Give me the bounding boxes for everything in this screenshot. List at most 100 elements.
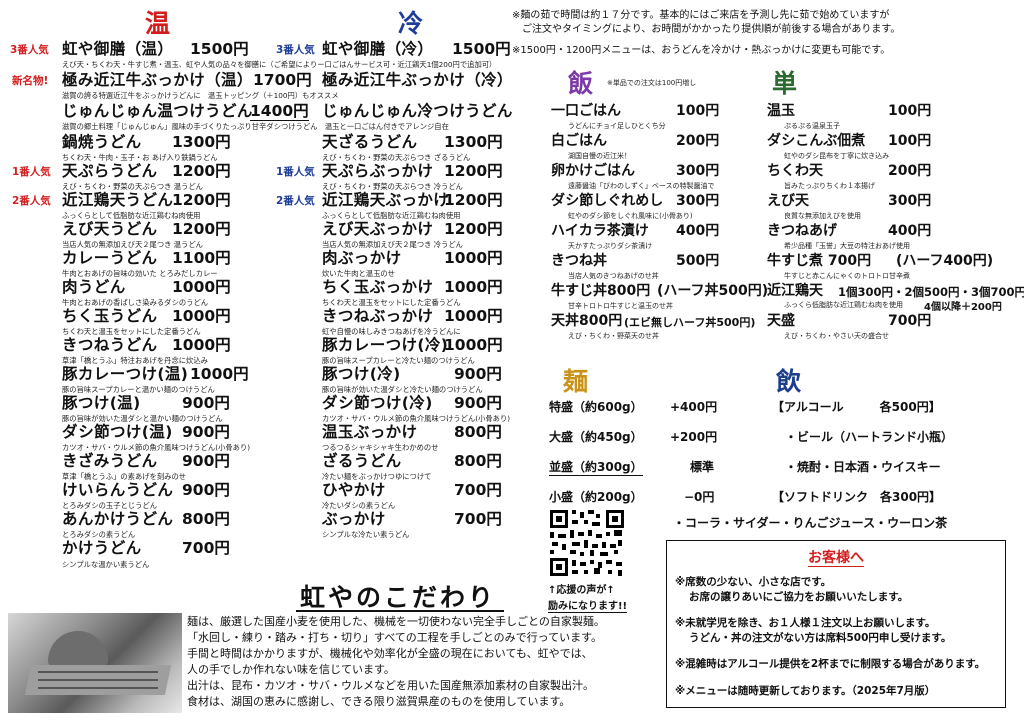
single-item-price: 100円 — [888, 133, 932, 149]
rice-header: 飯 — [568, 69, 594, 98]
hot-header: 温 — [145, 9, 171, 38]
hot-badge-rank2: 2番人気 — [12, 195, 51, 207]
hot-item-price: 1100円 — [172, 249, 231, 267]
cold-badge-rank3: 3番人気 — [276, 44, 315, 56]
hot-item-desc: 滋賀の郷土料理「じゅんじゅん」風味の手づくりたっぷり甘辛ダシつけうどん 温玉と一… — [62, 122, 449, 131]
single-item-price: 100円 — [888, 103, 932, 119]
hot-item-desc: 牛肉とおあげの香ばしさ染みるダシのうどん — [62, 298, 209, 307]
rice-item-price: 500円 — [676, 253, 720, 269]
hot-item-name: けいらんうどん — [62, 481, 174, 499]
kodawari-line-1: 麺は、厳選した国産小麦を使用した、機械を一切使わない完全手しごとの自家製麺。 — [187, 615, 605, 628]
hot-item-desc: シンプルな温かい素うどん — [62, 560, 150, 569]
cold-item-name: ちく玉ぶっかけ — [322, 278, 434, 296]
noodle-making-photo — [8, 613, 182, 713]
single-item-desc: 希少品種「玉誉」大豆の特注おあげ使用 — [784, 242, 910, 250]
hot-item-name: きつねうどん — [62, 336, 158, 354]
single-extra: 4個以降＋200円 — [924, 302, 1002, 313]
cold-item-name: 虹や御膳（冷） — [322, 40, 434, 58]
rice-note: ※単品での注文は100円増し — [607, 79, 697, 87]
kodawari-title-underline — [296, 610, 504, 612]
kodawari-line-6: 食材は、湖国の恵みに感謝し、できる限り滋賀県産のものを使用しています。 — [187, 695, 571, 708]
hot-badge-new: 新名物! — [12, 75, 49, 87]
kodawari-line-3: 手間と時間はかかりますが、機械化や効率化が全盛の現在においても、虹やでは、 — [187, 647, 593, 660]
hot-item-name: あんかけうどん — [62, 510, 174, 528]
customer-notice-line-6: ※メニューは随時更新しております。（2025年7月版） — [675, 685, 936, 697]
cold-item-price: 1500円 — [452, 40, 511, 58]
single-item-desc: 牛すじと赤こんにゃくのトロトロ甘辛煮 — [784, 272, 910, 280]
rice-item-price: 400円 — [676, 223, 720, 239]
hot-item-price: 1200円 — [172, 220, 231, 238]
hot-item-price: 1700円 — [253, 71, 312, 89]
hot-item-name: 鍋焼うどん — [62, 133, 142, 151]
hot-item-desc: えび天・ちくわ天・牛すじ煮・温玉、虹や人気の品々を御膳に（ご希望によりー口ごはん… — [62, 60, 497, 69]
cold-item-desc: ちくわ天と温玉をセットにした定番うどん — [322, 298, 461, 307]
cold-item-price: 700円 — [454, 481, 502, 499]
single-item-price: 700円 — [888, 313, 932, 329]
rice-item-price: 100円 — [676, 103, 720, 119]
single-item-name: 近江鶏天 — [767, 283, 823, 299]
cold-item-desc: 虹や自慢の味しみきつねあげを冷うどんに — [322, 327, 461, 336]
kodawari-line-5: 出汁は、昆布・カツオ・サバ・ウルメなどを用いた国産無添加素材の自家製出汁。 — [187, 679, 594, 692]
noodle-size-label: 特盛（約600g） — [549, 400, 643, 414]
hot-item-name: 豚つけ(温) — [62, 394, 141, 412]
single-item-desc: ぷるぷる温泉玉子 — [784, 122, 840, 130]
cold-item-desc: 当店人気の無添加えび天２尾つき 冷うどん — [322, 240, 463, 249]
hot-item-name: 近江鶏天うどん — [62, 191, 174, 209]
hot-item-price: 1000円 — [190, 365, 249, 383]
single-item-price: 200円 — [888, 163, 932, 179]
cold-header: 冷 — [398, 9, 424, 38]
rice-item-name: きつね丼 — [551, 253, 607, 269]
rice-item-name: 牛すじ丼800円 — [551, 283, 651, 299]
cold-item-price: 1300円 — [444, 133, 503, 151]
cold-item-name: ざるうどん — [322, 452, 402, 470]
rice-item-desc: 甘辛トロトロ牛すじと温玉のせ丼 — [568, 302, 673, 310]
kodawari-line-2: 「水回し・練り・踏み・打ち・切り」すべての工程を手しごとのみで行っています。 — [187, 631, 603, 644]
cold-badge-rank1: 1番人気 — [276, 166, 315, 178]
hot-item-desc: ちくわ天・牛肉・玉子・お あげ入り鉄鍋うどん — [62, 153, 218, 162]
cold-item-price: 1000円 — [444, 336, 503, 354]
cold-item-name: じゅんじゅん冷つけうどん — [322, 102, 513, 120]
noodle-size-label: 大盛（約450g） — [549, 430, 643, 444]
customer-notice-title-text: お客様へ — [808, 550, 864, 567]
hot-item-price: 900円 — [182, 481, 230, 499]
cold-item-desc: シンプルな冷たい素うどん — [322, 530, 410, 539]
hot-item-price: 800円 — [182, 510, 230, 528]
cold-item-desc: 冷たいダシの素うどん — [322, 501, 396, 510]
cold-item-desc: 豚の旨味が効いた温ダシと冷たい麺のつけうどん — [322, 385, 483, 394]
rice-item-name: ハイカラ茶漬け — [551, 223, 649, 239]
cold-item-price: 1200円 — [444, 220, 503, 238]
noodle-size-price: +200円 — [670, 430, 718, 444]
hot-item-price: 1200円 — [172, 162, 231, 180]
hot-item-desc: えび・ちくわ・野菜の天ぷらつき 温うどん — [62, 182, 203, 191]
noodle-size-label: 並盛（約300g） — [549, 460, 643, 476]
noodle-size-price: 標準 — [690, 460, 715, 474]
hot-item-name: カレーうどん — [62, 249, 158, 267]
cold-item-desc: つるつるシャキシャキ生わかめのせ — [322, 443, 439, 452]
cold-item-desc: 炊いた牛肉と温玉のせ — [322, 269, 395, 278]
cold-item-price: 1000円 — [444, 278, 503, 296]
single-item-price: (ハーフ400円) — [896, 253, 994, 269]
note-line-1: ※麺の茹で時間は約１７分です。基本的にはご来店を予測し先に茹で始めていますが — [512, 10, 890, 21]
hot-item-desc: 豚の旨味が効いた温ダシと温かい麺のつけうどん — [62, 414, 223, 423]
drink-spirits: ・焼酎・日本酒・ウイスキー — [785, 460, 941, 474]
single-item-name: えび天 — [767, 193, 809, 209]
single-item-name: 牛すじ煮 700円 — [767, 253, 872, 269]
single-item-price: 400円 — [888, 223, 932, 239]
cold-badge-rank2: 2番人気 — [276, 195, 315, 207]
note-line-3: ※1500円・1200円メニューは、おうどんを冷かけ・熱ぶっかけに変更も可能です… — [512, 45, 891, 56]
hot-item-price: 900円 — [182, 452, 230, 470]
cold-item-price: 800円 — [454, 423, 502, 441]
noodle-size-label: 小盛（約200g） — [549, 490, 643, 504]
hot-item-desc: ふっくらとして低脂肪な近江鶏むね肉使用 — [62, 211, 201, 220]
noodle-size-price: +400円 — [670, 400, 718, 414]
single-item-name: ちくわ天 — [767, 163, 823, 179]
hot-item-price: 1000円 — [172, 278, 231, 296]
rice-item-desc: 遠藤醤油「びわのしずく」ベースの特製醤油で — [568, 182, 715, 190]
cold-item-name: 豚カレーつけ(冷) — [322, 336, 449, 354]
cold-item-price: 900円 — [454, 365, 502, 383]
customer-notice-line-5: ※混雑時はアルコール提供を2杯までに制限する場合があります。 — [675, 658, 986, 670]
customer-notice-line-2: お席の譲りあいにご協力をお願いいたします。 — [689, 591, 909, 603]
rice-item-name: ダシ節しぐれめし — [551, 193, 664, 209]
rice-item-price: 200円 — [676, 133, 720, 149]
drink-beer: ・ビール（ハートランド小瓶） — [785, 430, 954, 444]
